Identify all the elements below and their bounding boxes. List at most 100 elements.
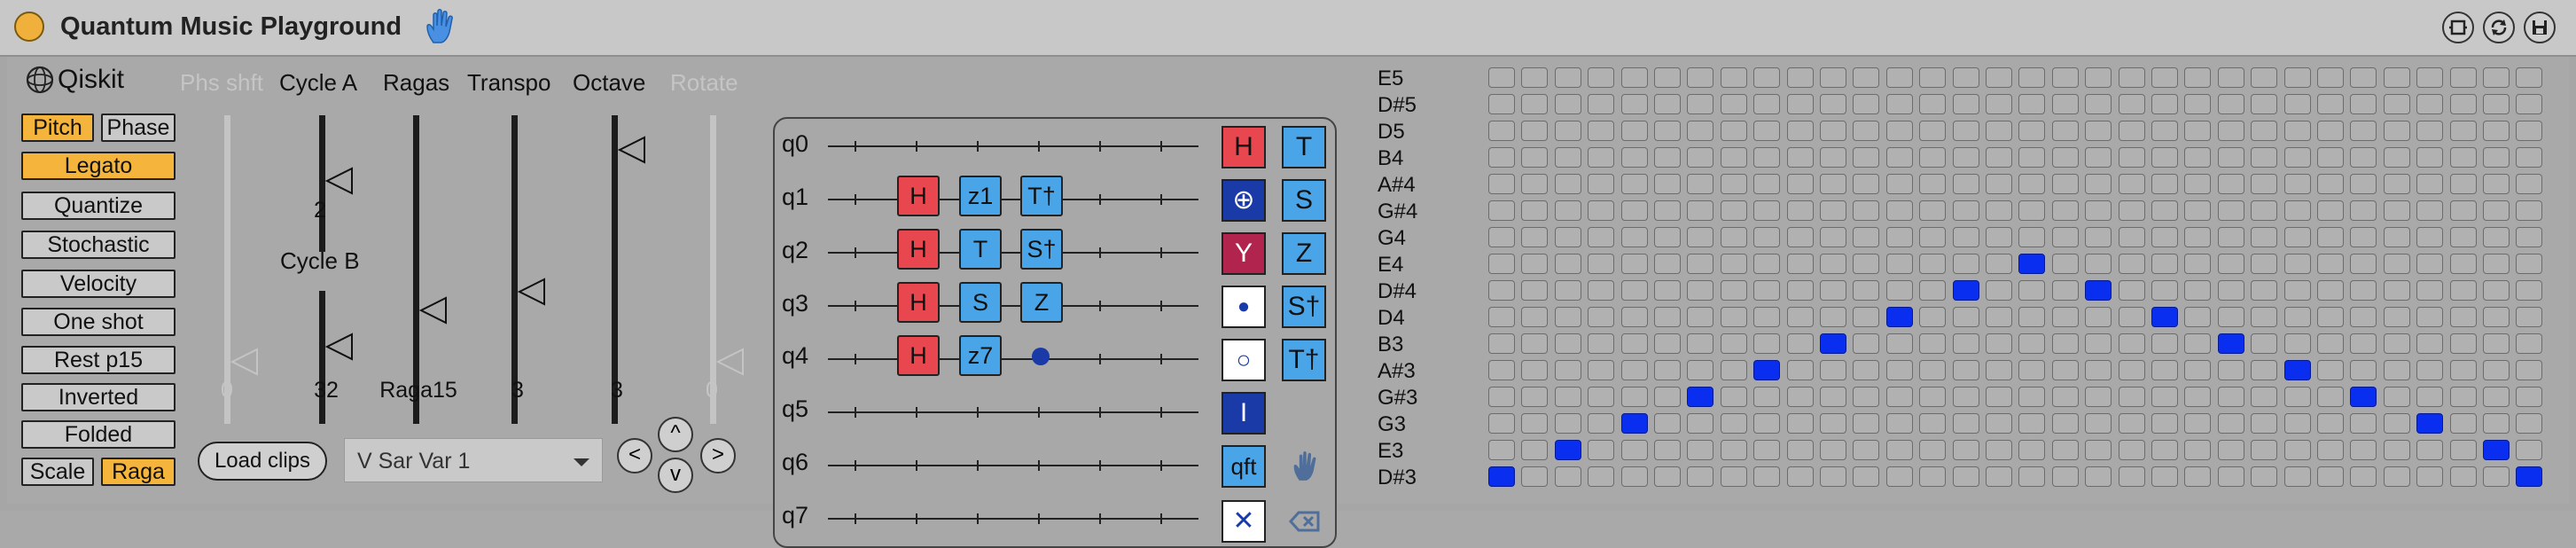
grid-cell[interactable]	[1919, 147, 1947, 168]
grid-cell[interactable]	[2051, 121, 2079, 141]
grid-cell[interactable]	[1521, 360, 1549, 380]
gate-q1-tdg[interactable]: T†	[1020, 176, 1063, 216]
grid-cell[interactable]	[1753, 413, 1781, 434]
grid-cell[interactable]	[1488, 147, 1515, 168]
stochastic-button[interactable]: Stochastic	[21, 231, 176, 259]
grid-cell[interactable]	[2516, 387, 2543, 407]
grid-cell[interactable]	[2085, 94, 2112, 114]
grid-cell[interactable]	[1753, 254, 1781, 274]
grid-cell[interactable]	[1786, 174, 1814, 194]
grid-cell[interactable]	[1885, 94, 1913, 114]
grid-cell[interactable]	[2483, 360, 2510, 380]
grid-cell[interactable]	[1654, 307, 1681, 327]
ragas-thumb[interactable]	[419, 295, 448, 325]
grid-cell[interactable]	[1753, 200, 1781, 221]
grid-cell[interactable]	[2118, 466, 2145, 487]
transpo-thumb[interactable]	[518, 277, 546, 307]
grid-cell[interactable]	[1687, 147, 1714, 168]
grid-cell[interactable]	[2516, 307, 2543, 327]
grid-cell[interactable]	[2018, 280, 2046, 301]
grid-cell[interactable]	[1654, 440, 1681, 460]
grid-cell[interactable]	[2350, 387, 2377, 407]
grid-cell[interactable]	[2151, 254, 2178, 274]
palette-identity-gate[interactable]: I	[1222, 392, 1266, 434]
grid-cell[interactable]	[2018, 200, 2046, 221]
grid-cell[interactable]	[2283, 147, 2311, 168]
grid-cell[interactable]	[2018, 94, 2046, 114]
grid-cell[interactable]	[2449, 440, 2477, 460]
grid-cell[interactable]	[1786, 360, 1814, 380]
grid-cell[interactable]	[2184, 174, 2212, 194]
palette-s-gate[interactable]: S	[1282, 179, 1326, 222]
grid-cell[interactable]	[1620, 254, 1648, 274]
grid-cell[interactable]	[2483, 387, 2510, 407]
grid-cell[interactable]	[2051, 67, 2079, 88]
grid-cell[interactable]	[2283, 174, 2311, 194]
grid-cell[interactable]	[1488, 200, 1515, 221]
grid-cell[interactable]	[1521, 280, 1549, 301]
grid-cell[interactable]	[2118, 94, 2145, 114]
grid-cell[interactable]	[2416, 227, 2444, 247]
grid-cell[interactable]	[2516, 280, 2543, 301]
nav-left-button[interactable]: <	[617, 438, 652, 474]
grid-cell[interactable]	[1588, 360, 1615, 380]
grid-cell[interactable]	[1554, 254, 1581, 274]
grid-cell[interactable]	[2184, 413, 2212, 434]
grid-cell[interactable]	[2051, 200, 2079, 221]
grid-cell[interactable]	[1952, 94, 1979, 114]
grid-cell[interactable]	[1488, 360, 1515, 380]
grid-cell[interactable]	[2383, 333, 2410, 354]
grid-cell[interactable]	[1786, 94, 1814, 114]
grid-cell[interactable]	[1952, 333, 1979, 354]
grid-cell[interactable]	[1620, 147, 1648, 168]
grid-cell[interactable]	[1853, 121, 1880, 141]
palette-anticontrol-gate[interactable]: ○	[1222, 339, 1266, 381]
grid-cell[interactable]	[1588, 94, 1615, 114]
grid-cell[interactable]	[1786, 307, 1814, 327]
save-icon[interactable]	[2524, 12, 2556, 43]
grid-cell[interactable]	[2018, 413, 2046, 434]
cycle-a-slider[interactable]	[319, 115, 325, 252]
grid-cell[interactable]	[2483, 200, 2510, 221]
gate-q3-z[interactable]: Z	[1020, 282, 1063, 323]
grid-cell[interactable]	[2251, 254, 2278, 274]
grid-cell[interactable]	[1853, 307, 1880, 327]
grid-cell[interactable]	[1753, 174, 1781, 194]
grid-cell[interactable]	[2416, 121, 2444, 141]
grid-cell[interactable]	[1654, 147, 1681, 168]
refresh-icon[interactable]	[2483, 12, 2515, 43]
grid-cell[interactable]	[2317, 200, 2344, 221]
grid-cell[interactable]	[1885, 466, 1913, 487]
palette-t-gate[interactable]: T	[1282, 126, 1326, 168]
grid-cell[interactable]	[2217, 466, 2244, 487]
grid-cell[interactable]	[1687, 307, 1714, 327]
grid-cell[interactable]	[2283, 307, 2311, 327]
grid-cell[interactable]	[2018, 147, 2046, 168]
grid-cell[interactable]	[2217, 333, 2244, 354]
grid-cell[interactable]	[1753, 94, 1781, 114]
grid-cell[interactable]	[1554, 413, 1581, 434]
grid-cell[interactable]	[1488, 174, 1515, 194]
grid-cell[interactable]	[1885, 200, 1913, 221]
grid-cell[interactable]	[2184, 200, 2212, 221]
grid-cell[interactable]	[2051, 387, 2079, 407]
grid-cell[interactable]	[1620, 387, 1648, 407]
raga-button[interactable]: Raga	[101, 458, 176, 486]
grid-cell[interactable]	[1786, 466, 1814, 487]
rotate-thumb[interactable]	[716, 347, 745, 377]
grid-cell[interactable]	[1554, 227, 1581, 247]
grid-cell[interactable]	[1786, 254, 1814, 274]
grid-cell[interactable]	[2184, 387, 2212, 407]
palette-z-gate[interactable]: Z	[1282, 232, 1326, 275]
grid-cell[interactable]	[1654, 67, 1681, 88]
grid-cell[interactable]	[2449, 307, 2477, 327]
grid-cell[interactable]	[2317, 360, 2344, 380]
grid-cell[interactable]	[2085, 333, 2112, 354]
grid-cell[interactable]	[2317, 307, 2344, 327]
grid-cell[interactable]	[1753, 466, 1781, 487]
grid-cell[interactable]	[2085, 360, 2112, 380]
grid-cell[interactable]	[1952, 121, 1979, 141]
grid-cell[interactable]	[1720, 280, 1747, 301]
grid-cell[interactable]	[2118, 360, 2145, 380]
grid-cell[interactable]	[1488, 67, 1515, 88]
